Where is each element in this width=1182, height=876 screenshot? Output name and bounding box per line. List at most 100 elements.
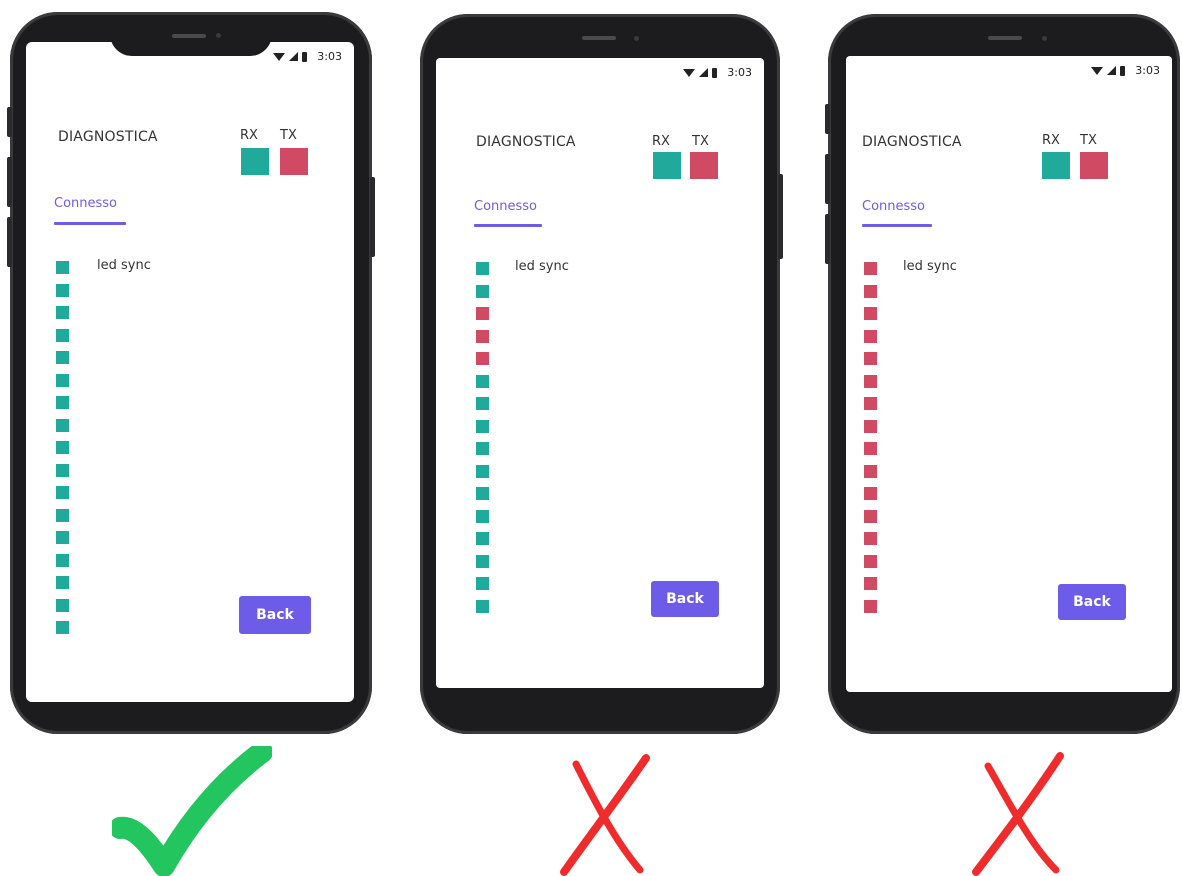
rx-label: RX <box>652 134 670 149</box>
led-list <box>56 261 69 634</box>
phone-screen-3: 3:03 DIAGNOSTICA RX TX Connesso led sync… <box>846 56 1172 692</box>
battery-icon <box>302 51 308 62</box>
led-off <box>864 352 877 365</box>
led-on <box>476 442 489 455</box>
led-off <box>476 307 489 320</box>
back-button[interactable]: Back <box>1058 584 1126 620</box>
phone-side-button <box>7 107 12 137</box>
led-on <box>476 464 489 478</box>
tx-indicator <box>280 148 308 175</box>
check-icon-stroke <box>112 746 272 876</box>
led-on <box>56 283 69 297</box>
led-list <box>864 262 877 613</box>
led-on <box>56 486 69 499</box>
led-off <box>476 329 489 343</box>
phone-side-button <box>370 177 375 257</box>
phone-screen-1: 3:03 DIAGNOSTICA RX TX Connesso led sync… <box>26 42 354 702</box>
phone-side-button <box>825 214 830 264</box>
tx-indicator <box>690 152 718 179</box>
led-label: led sync <box>903 259 957 274</box>
phone-speaker <box>988 36 1022 40</box>
phone-speaker <box>172 34 206 38</box>
led-off <box>864 599 877 613</box>
rx-indicator <box>653 152 681 179</box>
led-on <box>476 577 489 590</box>
led-on <box>476 509 489 523</box>
back-button[interactable]: Back <box>239 596 311 634</box>
page-title: DIAGNOSTICA <box>476 134 576 150</box>
phone-frame-2: 3:03 DIAGNOSTICA RX TX Connesso led sync… <box>420 14 783 734</box>
led-off <box>864 532 877 545</box>
battery-icon <box>1120 65 1126 76</box>
phone-camera <box>634 36 639 41</box>
page-title: DIAGNOSTICA <box>58 129 158 145</box>
phone-side-button <box>825 154 830 204</box>
led-off <box>864 262 877 275</box>
led-off <box>864 577 877 590</box>
phone-side-button <box>778 174 783 259</box>
led-off <box>476 352 489 365</box>
led-on <box>476 419 489 433</box>
led-on <box>476 397 489 410</box>
check-icon <box>112 746 272 876</box>
wifi-icon <box>273 52 286 61</box>
led-on <box>56 553 69 567</box>
tab-underline <box>474 224 542 227</box>
led-off <box>864 487 877 500</box>
led-on <box>476 262 489 275</box>
tab-connesso[interactable]: Connesso <box>54 196 117 211</box>
phone-notch <box>110 26 272 56</box>
signal-icon <box>289 52 299 61</box>
led-on <box>56 531 69 544</box>
phone-side-button <box>7 217 12 267</box>
led-off <box>864 442 877 455</box>
led-on <box>56 351 69 364</box>
status-bar: 3:03 <box>273 50 342 63</box>
led-label: led sync <box>515 259 569 274</box>
led-label: led sync <box>97 258 151 273</box>
led-off <box>864 419 877 433</box>
tx-label: TX <box>1080 133 1097 148</box>
led-on <box>56 463 69 477</box>
rx-indicator <box>1042 152 1070 179</box>
back-button[interactable]: Back <box>651 581 719 617</box>
led-off <box>864 307 877 320</box>
led-on <box>476 487 489 500</box>
led-on <box>56 508 69 522</box>
status-bar: 3:03 <box>1091 64 1160 77</box>
led-on <box>476 284 489 298</box>
tx-indicator <box>1080 152 1108 179</box>
tab-underline <box>54 222 126 225</box>
wifi-icon <box>1091 66 1104 75</box>
phone-camera <box>1042 36 1047 41</box>
tx-label: TX <box>280 128 297 143</box>
phone-frame-1: 3:03 DIAGNOSTICA RX TX Connesso led sync… <box>7 12 375 734</box>
status-bar: 3:03 <box>683 66 752 79</box>
tab-connesso[interactable]: Connesso <box>474 199 537 214</box>
cross-icon <box>972 752 1064 876</box>
led-off <box>864 397 877 410</box>
led-on <box>476 532 489 545</box>
signal-icon <box>699 68 709 77</box>
led-on <box>56 576 69 589</box>
status-time: 3:03 <box>1135 64 1160 77</box>
led-on <box>56 621 69 634</box>
battery-icon <box>712 67 718 78</box>
tab-underline <box>862 224 932 227</box>
tab-connesso[interactable]: Connesso <box>862 199 925 214</box>
cross-icon <box>560 754 650 876</box>
led-off <box>864 464 877 478</box>
phone-side-button <box>7 157 12 207</box>
led-off <box>864 329 877 343</box>
status-time: 3:03 <box>317 50 342 63</box>
led-off <box>864 509 877 523</box>
led-on <box>56 598 69 612</box>
led-on <box>476 374 489 388</box>
wifi-icon <box>683 68 696 77</box>
led-off <box>864 374 877 388</box>
led-on <box>476 554 489 568</box>
led-on <box>56 396 69 409</box>
phone-screen-2: 3:03 DIAGNOSTICA RX TX Connesso led sync… <box>436 58 764 688</box>
led-off <box>864 284 877 298</box>
led-on <box>476 599 489 613</box>
